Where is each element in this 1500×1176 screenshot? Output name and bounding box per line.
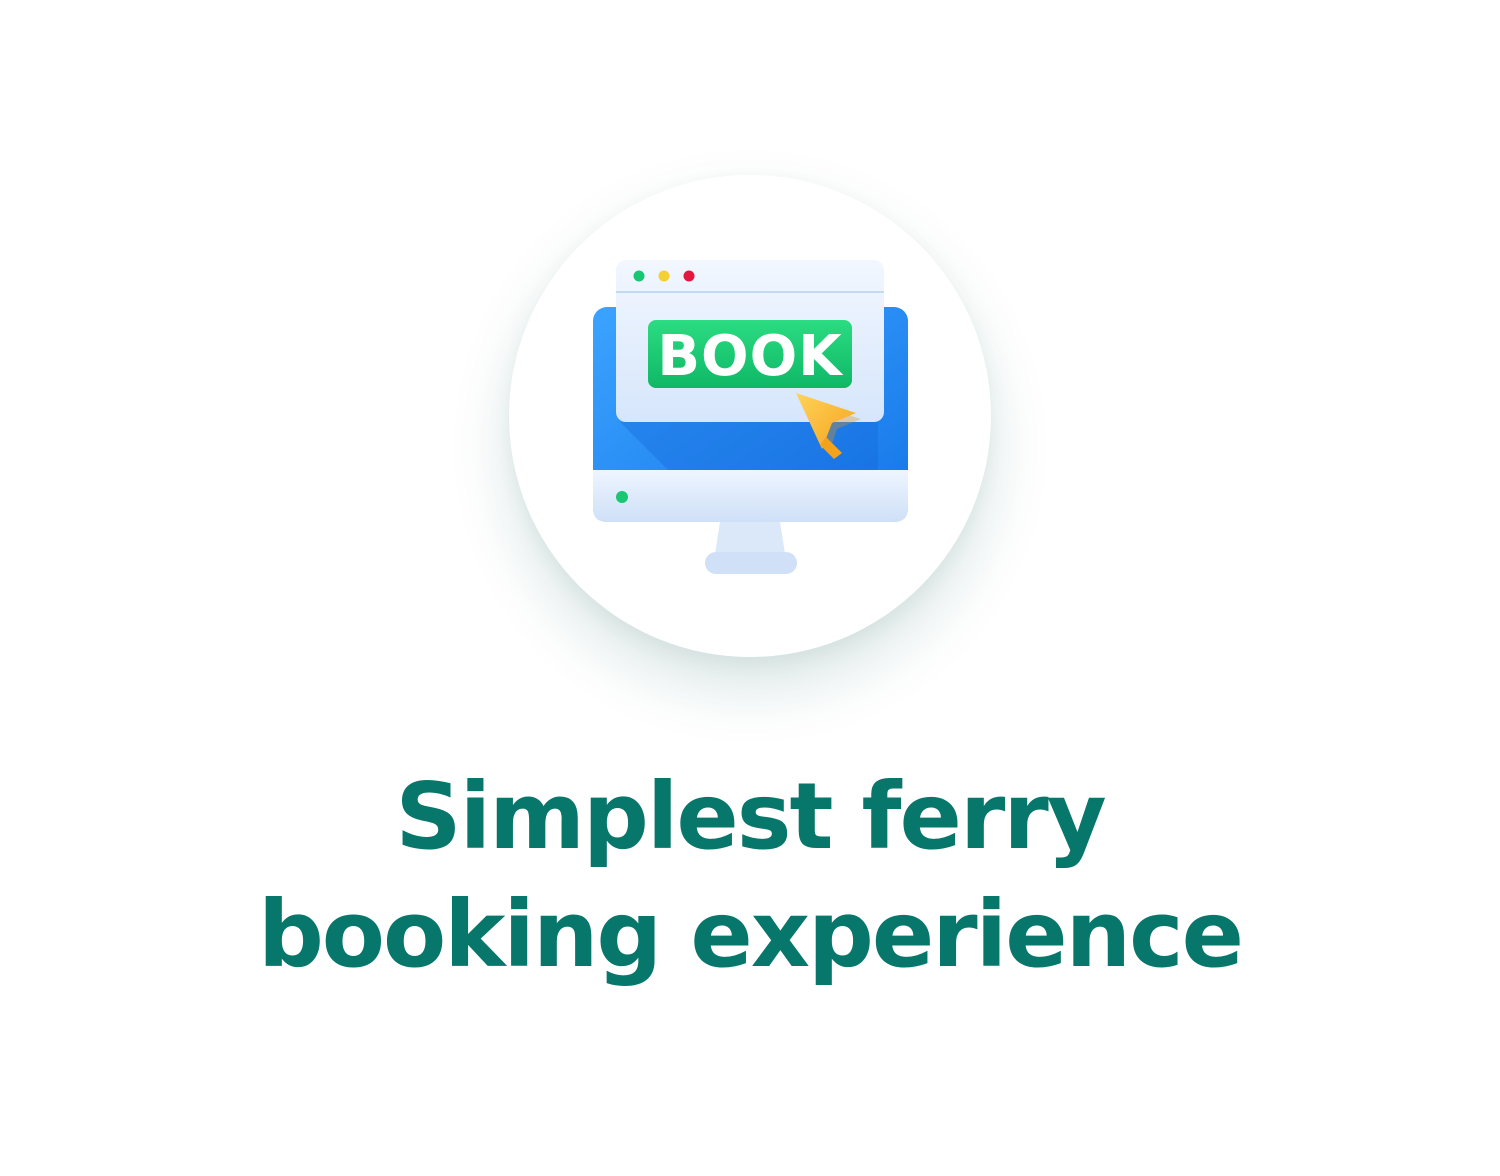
book-button: BOOK xyxy=(648,320,852,389)
power-indicator-icon xyxy=(616,491,628,503)
headline: Simplest ferry booking experience xyxy=(0,758,1500,994)
booking-illustration: BOOK xyxy=(593,260,908,574)
book-button-label: BOOK xyxy=(657,324,844,389)
headline-line-1: Simplest ferry xyxy=(395,763,1106,870)
window-dot-red-icon xyxy=(683,270,695,282)
window-dot-green-icon xyxy=(633,270,645,282)
headline-line-2: booking experience xyxy=(257,881,1244,988)
page: BOOK Simplest ferry booking experience xyxy=(0,0,1500,1176)
window-dot-yellow-icon xyxy=(658,270,670,282)
